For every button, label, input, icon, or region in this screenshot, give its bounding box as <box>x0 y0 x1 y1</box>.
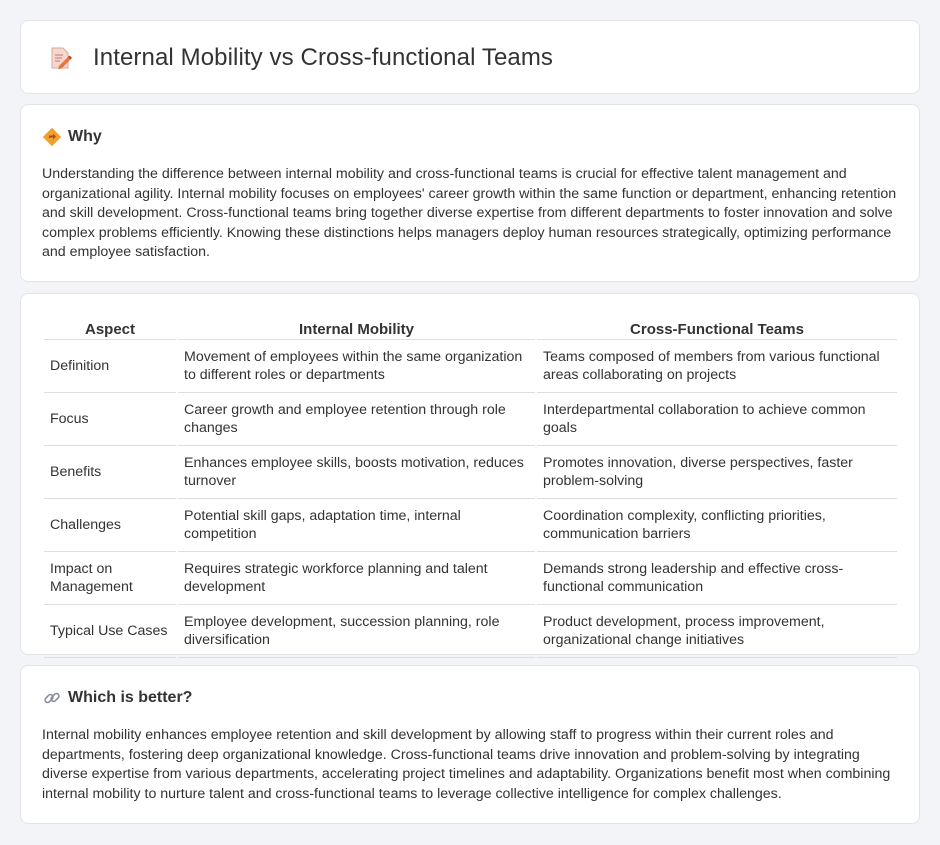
table-cell: Challenges <box>44 499 176 552</box>
table-cell: Product development, process improvement… <box>537 605 897 658</box>
table-cell: Interdepartmental collaboration to achie… <box>537 393 897 446</box>
link-icon <box>42 688 62 708</box>
why-title: Why <box>68 128 102 145</box>
table-cell: Definition <box>44 340 176 393</box>
table-cell: Focus <box>44 393 176 446</box>
page-title: Internal Mobility vs Cross-functional Te… <box>93 44 554 71</box>
table-row: Definition Movement of employees within … <box>44 340 897 393</box>
header-card: Internal Mobility vs Cross-functional Te… <box>20 20 920 94</box>
table-cell: Demands strong leadership and effective … <box>537 552 897 605</box>
header-aspect: Aspect <box>44 314 176 340</box>
diamond-arrow-icon <box>42 127 62 147</box>
which-is-better-body: Internal mobility enhances employee rete… <box>42 727 891 802</box>
table-cell: Requires strategic workforce planning an… <box>178 552 535 605</box>
why-section: Why Understanding the difference between… <box>20 104 920 282</box>
table-cell: Career growth and employee retention thr… <box>178 393 535 446</box>
table-cell: Teams composed of members from various f… <box>537 340 897 393</box>
why-body: Understanding the difference between int… <box>42 166 897 261</box>
table-row: Typical Use Cases Employee development, … <box>44 605 897 658</box>
table-cell: Employee development, succession plannin… <box>178 605 535 658</box>
table-row: Benefits Enhances employee skills, boost… <box>44 446 897 499</box>
which-is-better-section: Which is better? Internal mobility enhan… <box>20 665 920 824</box>
table-cell: Typical Use Cases <box>44 605 176 658</box>
header-internal-mobility: Internal Mobility <box>178 314 535 340</box>
table-cell: Promotes innovation, diverse perspective… <box>537 446 897 499</box>
table-cell: Movement of employees within the same or… <box>178 340 535 393</box>
document-pencil-icon <box>47 45 73 71</box>
table-cell: Benefits <box>44 446 176 499</box>
table-cell: Impact on Management <box>44 552 176 605</box>
table-header-row: Aspect Internal Mobility Cross-Functiona… <box>44 314 897 340</box>
table-cell: Coordination complexity, conflicting pri… <box>537 499 897 552</box>
table-row: Focus Career growth and employee retenti… <box>44 393 897 446</box>
header-cross-functional-teams: Cross-Functional Teams <box>537 314 897 340</box>
comparison-table-card: Aspect Internal Mobility Cross-Functiona… <box>20 293 920 658</box>
table-cell: Enhances employee skills, boosts motivat… <box>178 446 535 499</box>
table-row: Impact on Management Requires strategic … <box>44 552 897 605</box>
table-row: Challenges Potential skill gaps, adaptat… <box>44 499 897 552</box>
which-is-better-title: Which is better? <box>68 689 193 706</box>
comparison-table: Aspect Internal Mobility Cross-Functiona… <box>42 314 899 658</box>
table-cell: Potential skill gaps, adaptation time, i… <box>178 499 535 552</box>
